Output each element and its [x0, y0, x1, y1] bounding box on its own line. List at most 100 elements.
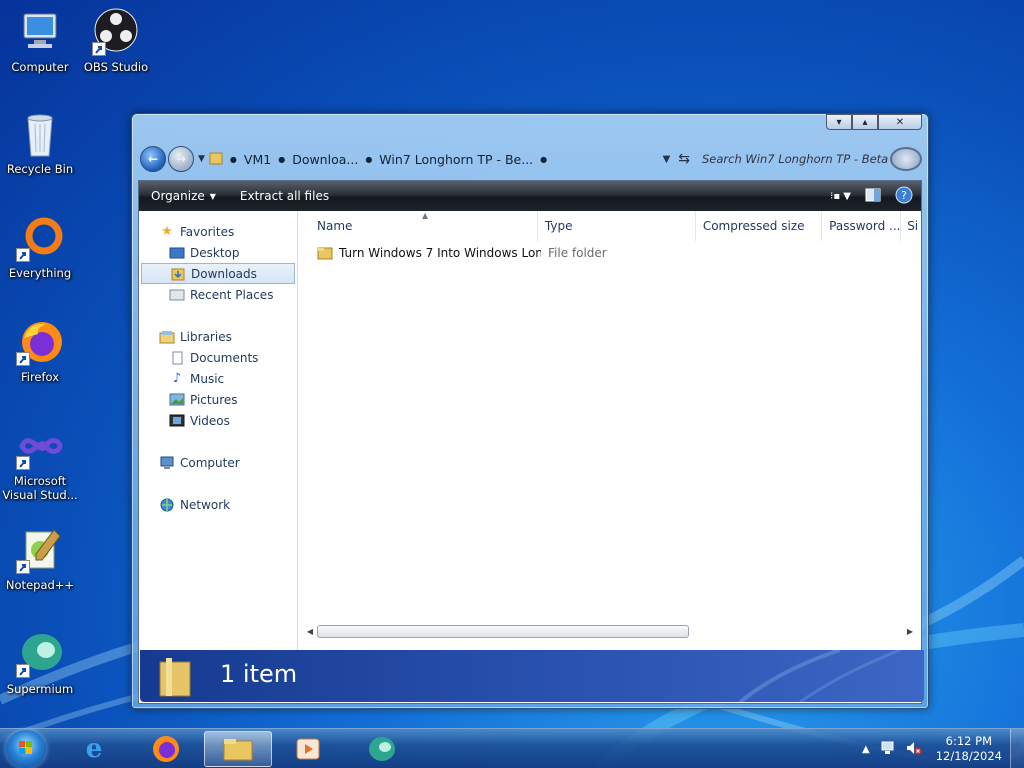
- nav-item-pictures[interactable]: Pictures: [139, 389, 297, 410]
- search-button[interactable]: [890, 147, 922, 171]
- videos-icon: [169, 414, 185, 428]
- file-type: File folder: [548, 246, 607, 260]
- clock-date: 12/18/2024: [935, 749, 1002, 763]
- column-header-compressed-size[interactable]: Compressed size: [696, 211, 823, 241]
- shortcut-arrow-icon: [16, 664, 30, 678]
- taskbar: e ▲ 6:12 PM 12/18/2024: [0, 728, 1024, 768]
- nav-item-desktop[interactable]: Desktop: [139, 242, 297, 263]
- breadcrumb-separator[interactable]: ●: [365, 155, 372, 164]
- taskbar-media-player[interactable]: [282, 731, 334, 767]
- nav-item-documents[interactable]: Documents: [139, 347, 297, 368]
- start-button[interactable]: [6, 730, 46, 768]
- documents-icon: [169, 351, 185, 365]
- chevron-down-icon: ▼: [209, 191, 216, 201]
- file-name: Turn Windows 7 Into Windows Lon...: [339, 246, 541, 260]
- nav-item-videos[interactable]: Videos: [139, 410, 297, 431]
- desktop-icon-recycle-bin[interactable]: Recycle Bin: [0, 110, 80, 176]
- shortcut-arrow-icon: [16, 352, 30, 366]
- show-hidden-icons-button[interactable]: ▲: [862, 744, 870, 755]
- clock-time: 6:12 PM: [945, 734, 993, 748]
- desktop-icon-visual-studio[interactable]: Microsoft Visual Stud...: [0, 422, 80, 502]
- desktop-icon-computer[interactable]: Computer: [0, 8, 80, 74]
- column-header-size[interactable]: Si: [901, 211, 921, 241]
- back-button[interactable]: ←: [140, 146, 166, 172]
- supermium-icon: [369, 737, 395, 761]
- file-row[interactable]: Turn Windows 7 Into Windows Lon... File …: [299, 241, 921, 265]
- nav-network[interactable]: Network: [139, 494, 297, 515]
- address-history-dropdown[interactable]: ▼: [663, 154, 671, 165]
- shortcut-arrow-icon: [92, 42, 106, 56]
- breadcrumb-separator[interactable]: ●: [278, 155, 285, 164]
- close-button[interactable]: ✕: [878, 114, 922, 130]
- breadcrumb-downloads[interactable]: Downloa...: [292, 152, 358, 167]
- supermium-icon: [16, 630, 64, 678]
- scrollbar-track[interactable]: [317, 624, 903, 638]
- scrollbar-thumb[interactable]: [317, 625, 689, 638]
- organize-label: Organize: [151, 189, 205, 203]
- folder-icon: [223, 739, 253, 761]
- address-bar[interactable]: ● VM1 ● Downloa... ● Win7 Longhorn TP - …: [209, 147, 655, 171]
- desktop-icon-everything[interactable]: Everything: [0, 214, 80, 280]
- breadcrumb-vm1[interactable]: VM1: [244, 152, 271, 167]
- scroll-left-arrow-icon[interactable]: ◀: [303, 627, 317, 636]
- column-header-password[interactable]: Password ...: [822, 211, 902, 241]
- nav-item-recent-places[interactable]: Recent Places: [139, 284, 297, 305]
- taskbar-firefox[interactable]: [140, 731, 192, 767]
- views-button[interactable]: ⁝▪ ▼: [830, 191, 851, 202]
- nav-computer[interactable]: Computer: [139, 452, 297, 473]
- refresh-icon[interactable]: ⇆: [678, 151, 690, 167]
- desktop-icon-obs-studio[interactable]: OBS Studio: [76, 8, 156, 74]
- search-input[interactable]: Search Win7 Longhorn TP - Beta 1: [698, 148, 888, 170]
- volume-muted-icon[interactable]: [906, 741, 922, 758]
- organize-menu[interactable]: Organize ▼: [139, 181, 228, 211]
- breadcrumb-separator[interactable]: ●: [230, 155, 237, 164]
- help-icon[interactable]: ?: [895, 186, 913, 207]
- show-desktop-button[interactable]: [1010, 729, 1024, 768]
- caption-buttons: ▾ ▴ ✕: [826, 114, 922, 130]
- nav-item-music[interactable]: ♪ Music: [139, 368, 297, 389]
- desktop-icon-label: OBS Studio: [83, 60, 149, 74]
- preview-pane-button[interactable]: [865, 188, 881, 205]
- nav-label: Libraries: [180, 329, 232, 344]
- desktop-icon-label: Recycle Bin: [6, 162, 74, 176]
- pictures-icon: [169, 393, 185, 407]
- close-icon: ✕: [895, 116, 905, 128]
- scroll-right-arrow-icon[interactable]: ▶: [903, 627, 917, 636]
- taskbar-internet-explorer[interactable]: e: [68, 731, 120, 767]
- column-header-name[interactable]: Name: [299, 211, 538, 241]
- maximize-button[interactable]: ▴: [852, 114, 878, 130]
- recent-pages-dropdown[interactable]: ▼: [198, 154, 205, 164]
- extract-all-button[interactable]: Extract all files: [228, 181, 341, 211]
- desktop-icon-supermium[interactable]: Supermium: [0, 630, 80, 696]
- shortcut-arrow-icon: [16, 248, 30, 262]
- nav-label: Videos: [190, 413, 230, 428]
- clock[interactable]: 6:12 PM 12/18/2024: [936, 734, 1002, 764]
- network-tray-icon[interactable]: [880, 741, 896, 758]
- nav-label: Downloads: [191, 266, 257, 281]
- desktop-icon-notepad-plus-plus[interactable]: Notepad++: [0, 526, 80, 592]
- explorer-window[interactable]: ▾ ▴ ✕ ← → ▼ ● VM1 ● Downloa... ● Win7 Lo…: [131, 113, 929, 709]
- nav-item-downloads[interactable]: Downloads: [141, 263, 295, 284]
- nav-libraries[interactable]: Libraries: [139, 326, 297, 347]
- nav-label: Documents: [190, 350, 259, 365]
- sort-ascending-icon: ▲: [422, 211, 429, 220]
- navigation-pane: ★ Favorites Desktop Downloads Recent Pla…: [139, 211, 298, 703]
- star-icon: ★: [161, 224, 173, 239]
- breadcrumb-separator[interactable]: ●: [540, 155, 547, 164]
- taskbar-windows-explorer[interactable]: [204, 731, 272, 767]
- internet-explorer-icon: e: [85, 734, 103, 764]
- horizontal-scrollbar[interactable]: ◀ ▶: [303, 623, 917, 639]
- breadcrumb-current-folder[interactable]: Win7 Longhorn TP - Be...: [379, 152, 533, 167]
- desktop-icon-label: Computer: [11, 60, 69, 74]
- forward-button[interactable]: →: [168, 146, 194, 172]
- desktop-icon-firefox[interactable]: Firefox: [0, 318, 80, 384]
- back-arrow-icon: ←: [147, 152, 159, 166]
- minimize-button[interactable]: ▾: [826, 114, 852, 130]
- nav-favorites[interactable]: ★ Favorites: [139, 221, 297, 242]
- windows-logo-icon: [19, 741, 32, 754]
- folder-icon: [209, 151, 223, 168]
- details-folder-icon: [158, 656, 192, 701]
- taskbar-supermium[interactable]: [356, 731, 408, 767]
- column-header-type[interactable]: Type: [538, 211, 696, 241]
- svg-text:?: ?: [901, 189, 907, 202]
